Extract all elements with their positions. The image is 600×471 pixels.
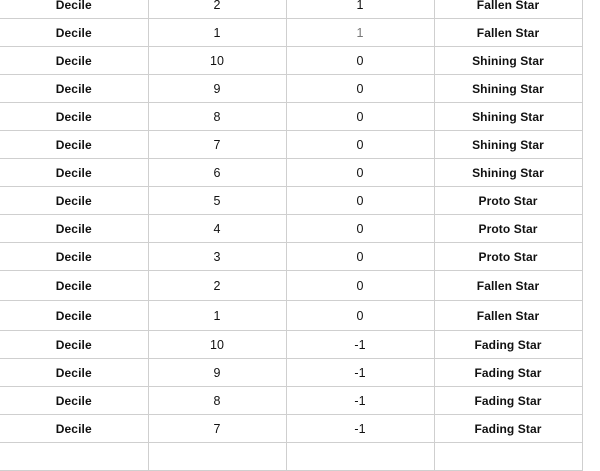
category-cell: Fallen Star xyxy=(433,18,583,47)
row-label-cell: Decile xyxy=(0,74,149,103)
table-row: Decile 9 0 Shining Star xyxy=(0,74,583,103)
table-row: Decile 8 0 Shining Star xyxy=(0,102,583,131)
row-label-cell: Decile xyxy=(0,0,149,19)
category-cell: Fading Star xyxy=(433,330,583,359)
decile-cell: 9 xyxy=(147,358,287,387)
score-cell: 0 xyxy=(285,158,435,187)
category-cell: Shining Star xyxy=(433,102,583,131)
category-cell: Fading Star xyxy=(433,414,583,443)
table-body: Decile 2 1 Fallen Star Decile 1 1 Fallen… xyxy=(0,0,583,471)
row-label-cell: Decile xyxy=(0,414,149,443)
score-cell: 0 xyxy=(285,46,435,75)
category-cell: Shining Star xyxy=(433,46,583,75)
score-cell: 1 xyxy=(285,0,435,19)
table-row: Decile 2 1 Fallen Star xyxy=(0,0,583,19)
table-row: Decile 1 0 Fallen Star xyxy=(0,300,583,331)
row-label-cell: Decile xyxy=(0,270,149,301)
category-cell xyxy=(433,442,583,471)
category-cell: Shining Star xyxy=(433,74,583,103)
table-row: Decile 7 -1 Fading Star xyxy=(0,414,583,443)
decile-cell: 6 xyxy=(147,158,287,187)
score-cell: -1 xyxy=(285,330,435,359)
table-row: Decile 9 -1 Fading Star xyxy=(0,358,583,387)
decile-cell: 2 xyxy=(147,0,287,19)
score-cell xyxy=(285,442,435,471)
table-row: Decile 1 1 Fallen Star xyxy=(0,18,583,47)
decile-cell: 8 xyxy=(147,386,287,415)
row-label-cell: Decile xyxy=(0,158,149,187)
row-label-cell: Decile xyxy=(0,186,149,215)
table-row: Decile 10 -1 Fading Star xyxy=(0,330,583,359)
score-cell: 0 xyxy=(285,300,435,331)
table-row: Decile 5 0 Proto Star xyxy=(0,186,583,215)
category-cell: Proto Star xyxy=(433,242,583,271)
decile-table: Decile 2 1 Fallen Star Decile 1 1 Fallen… xyxy=(0,0,583,471)
category-cell: Proto Star xyxy=(433,214,583,243)
decile-cell: 7 xyxy=(147,130,287,159)
table-row: Decile 7 0 Shining Star xyxy=(0,130,583,159)
decile-cell: 8 xyxy=(147,102,287,131)
table-container: Decile 2 1 Fallen Star Decile 1 1 Fallen… xyxy=(0,0,583,471)
row-label-cell: Decile xyxy=(0,330,149,359)
category-cell: Fallen Star xyxy=(433,300,583,331)
row-label-cell: Decile xyxy=(0,18,149,47)
row-label-cell: Decile xyxy=(0,242,149,271)
category-cell: Shining Star xyxy=(433,158,583,187)
table-row: Decile 6 0 Shining Star xyxy=(0,158,583,187)
decile-cell: 10 xyxy=(147,46,287,75)
score-cell: 0 xyxy=(285,270,435,301)
row-label-cell: Decile xyxy=(0,358,149,387)
category-cell: Fading Star xyxy=(433,386,583,415)
score-cell: 0 xyxy=(285,242,435,271)
decile-cell: 3 xyxy=(147,242,287,271)
category-cell: Shining Star xyxy=(433,130,583,159)
table-row: Decile 10 0 Shining Star xyxy=(0,46,583,75)
score-cell: 0 xyxy=(285,186,435,215)
row-label-cell xyxy=(0,442,149,471)
table-row: Decile 2 0 Fallen Star xyxy=(0,270,583,301)
category-cell: Fallen Star xyxy=(433,0,583,19)
decile-cell: 4 xyxy=(147,214,287,243)
decile-cell: 9 xyxy=(147,74,287,103)
row-label-cell: Decile xyxy=(0,300,149,331)
score-cell: 0 xyxy=(285,130,435,159)
row-label-cell: Decile xyxy=(0,214,149,243)
row-label-cell: Decile xyxy=(0,386,149,415)
decile-cell: 2 xyxy=(147,270,287,301)
score-cell: -1 xyxy=(285,414,435,443)
decile-cell: 1 xyxy=(147,18,287,47)
table-row: Decile 8 -1 Fading Star xyxy=(0,386,583,415)
row-label-cell: Decile xyxy=(0,130,149,159)
category-cell: Fallen Star xyxy=(433,270,583,301)
row-label-cell: Decile xyxy=(0,46,149,75)
score-cell: -1 xyxy=(285,358,435,387)
category-cell: Fading Star xyxy=(433,358,583,387)
score-cell: 0 xyxy=(285,214,435,243)
decile-cell xyxy=(147,442,287,471)
category-cell: Proto Star xyxy=(433,186,583,215)
table-row: Decile 3 0 Proto Star xyxy=(0,242,583,271)
score-cell: 0 xyxy=(285,74,435,103)
score-cell: 0 xyxy=(285,102,435,131)
table-row: Decile 4 0 Proto Star xyxy=(0,214,583,243)
table-row xyxy=(0,442,583,471)
row-label-cell: Decile xyxy=(0,102,149,131)
decile-cell: 1 xyxy=(147,300,287,331)
decile-cell: 5 xyxy=(147,186,287,215)
decile-cell: 10 xyxy=(147,330,287,359)
score-cell: -1 xyxy=(285,386,435,415)
decile-cell: 7 xyxy=(147,414,287,443)
score-cell: 1 xyxy=(285,18,435,47)
